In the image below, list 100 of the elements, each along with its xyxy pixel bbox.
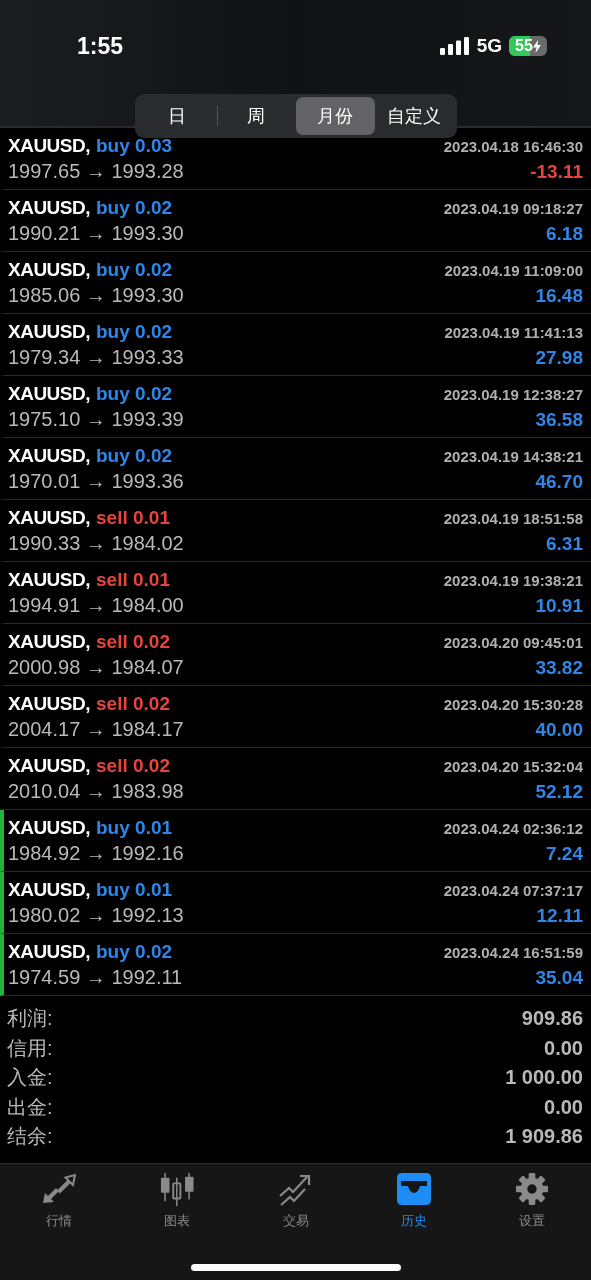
deal-time: 2023.04.20 09:45:01 <box>443 633 583 651</box>
deal-prices: 1997.65 → 1993.28 <box>8 159 184 183</box>
deal-order: buy 0.01 <box>96 878 173 901</box>
deal-prices: 1990.21 → 1993.30 <box>8 221 184 245</box>
inbox-icon <box>395 1172 432 1206</box>
deal-time: 2023.04.24 07:37:17 <box>443 881 583 899</box>
deal-row[interactable]: XAUUSD, buy 0.02 2023.04.24 16:51:59 1974.59 → 1992.11 35.04 <box>0 934 591 996</box>
deal-row[interactable]: XAUUSD, buy 0.01 2023.04.24 07:37:17 1980.02 → 1992.13 12.11 <box>0 872 591 934</box>
deal-row[interactable]: XAUUSD, sell 0.02 2023.04.20 15:30:28 2004.17 → 1984.17 40.00 <box>0 686 591 748</box>
deal-row[interactable]: XAUUSD, sell 0.02 2023.04.20 15:32:04 2010.04 → 1983.98 52.12 <box>0 748 591 810</box>
deal-order: buy 0.03 <box>96 134 173 157</box>
deal-symbol: XAUUSD, <box>8 630 90 653</box>
deal-row[interactable]: XAUUSD, sell 0.02 2023.04.20 09:45:01 2000.98 → 1984.07 33.82 <box>0 624 591 686</box>
deal-profit: -13.11 <box>530 160 583 183</box>
deal-order: buy 0.02 <box>96 940 173 963</box>
deal-symbol: XAUUSD, <box>8 568 90 591</box>
deal-row[interactable]: XAUUSD, buy 0.01 2023.04.24 02:36:12 1984.92 → 1992.16 7.24 <box>0 810 591 872</box>
deal-profit: 16.48 <box>535 284 583 307</box>
deal-profit: 7.24 <box>546 842 583 865</box>
nav-tab[interactable]: 行情 <box>0 1172 119 1230</box>
deal-symbol: XAUUSD, <box>8 444 90 467</box>
deal-row[interactable]: XAUUSD, buy 0.02 2023.04.19 09:18:27 1990.21 → 1993.30 6.18 <box>0 190 591 252</box>
deal-time: 2023.04.19 18:51:58 <box>443 509 583 527</box>
deal-order: buy 0.02 <box>96 320 173 343</box>
network-label: 5G <box>476 35 502 57</box>
deal-time: 2023.04.20 15:32:04 <box>443 757 583 775</box>
summary-label: 出金: <box>7 1094 53 1120</box>
settings-icon <box>513 1172 550 1206</box>
deal-order: sell 0.01 <box>96 568 170 591</box>
deal-prices: 2000.98 → 1984.07 <box>8 655 184 679</box>
summary-label: 入金: <box>7 1065 53 1091</box>
deal-time: 2023.04.19 09:18:27 <box>443 199 583 217</box>
deal-symbol: XAUUSD, <box>8 692 90 715</box>
deal-row[interactable]: XAUUSD, buy 0.02 2023.04.19 11:41:13 1979.34 → 1993.33 27.98 <box>0 314 591 376</box>
deal-row[interactable]: XAUUSD, buy 0.03 2023.04.18 16:46:30 1997.65 → 1993.28 -13.11 <box>0 128 591 190</box>
deal-time: 2023.04.19 11:41:13 <box>444 323 583 341</box>
nav-tab[interactable]: 交易 <box>236 1172 355 1230</box>
candlestick-icon <box>159 1172 196 1206</box>
deal-symbol: XAUUSD, <box>8 320 90 343</box>
deal-time: 2023.04.24 02:36:12 <box>443 819 583 837</box>
summary-value: 0.00 <box>544 1095 583 1119</box>
deal-prices: 1994.91 → 1984.00 <box>8 593 184 617</box>
deal-prices: 2004.17 → 1984.17 <box>8 717 184 741</box>
deal-profit: 36.58 <box>535 408 583 431</box>
deal-symbol: XAUUSD, <box>8 258 90 281</box>
deal-order: sell 0.02 <box>96 754 170 777</box>
deal-profit: 33.82 <box>535 656 583 679</box>
deal-prices: 1975.10 → 1993.39 <box>8 407 184 431</box>
deal-profit: 6.18 <box>546 222 583 245</box>
deal-symbol: XAUUSD, <box>8 134 90 157</box>
deal-profit: 40.00 <box>535 718 583 741</box>
deal-profit: 10.91 <box>535 594 583 617</box>
nav-tab[interactable]: 设置 <box>472 1172 591 1230</box>
summary-value: 1 000.00 <box>505 1066 583 1090</box>
period-tab[interactable]: 月份 <box>295 97 375 135</box>
signal-icon <box>439 37 470 55</box>
deal-row[interactable]: XAUUSD, sell 0.01 2023.04.19 18:51:58 1990.33 → 1984.02 6.31 <box>0 500 591 562</box>
deal-order: sell 0.01 <box>96 506 170 529</box>
deal-prices: 1984.92 → 1992.16 <box>8 841 184 865</box>
deal-profit: 6.31 <box>546 532 583 555</box>
deal-time: 2023.04.19 12:38:27 <box>443 385 583 403</box>
deal-prices: 1990.33 → 1984.02 <box>8 531 184 555</box>
deal-profit: 35.04 <box>535 966 583 989</box>
deal-row[interactable]: XAUUSD, buy 0.02 2023.04.19 14:38:21 1970.01 → 1993.36 46.70 <box>0 438 591 500</box>
summary-label: 信用: <box>7 1035 53 1061</box>
deal-symbol: XAUUSD, <box>8 382 90 405</box>
deal-prices: 2010.04 → 1983.98 <box>8 779 184 803</box>
deal-order: sell 0.02 <box>96 692 170 715</box>
summary-value: 0.00 <box>544 1036 583 1060</box>
battery-indicator: 55 <box>509 36 547 56</box>
nav-tab[interactable]: 历史 <box>354 1172 473 1230</box>
deal-order: sell 0.02 <box>96 630 170 653</box>
deal-row[interactable]: XAUUSD, buy 0.02 2023.04.19 11:09:00 1985.06 → 1993.30 16.48 <box>0 252 591 314</box>
deal-prices: 1980.02 → 1992.13 <box>8 903 184 927</box>
deal-order: buy 0.01 <box>96 816 173 839</box>
deal-order: buy 0.02 <box>96 444 173 467</box>
deal-symbol: XAUUSD, <box>8 506 90 529</box>
deal-time: 2023.04.19 19:38:21 <box>443 571 583 589</box>
deal-symbol: XAUUSD, <box>8 940 90 963</box>
deal-prices: 1985.06 → 1993.30 <box>8 283 184 307</box>
deal-time: 2023.04.19 11:09:00 <box>444 261 583 279</box>
deal-time: 2023.04.24 16:51:59 <box>443 943 583 961</box>
summary-value: 1 909.86 <box>505 1125 583 1149</box>
summary-value: 909.86 <box>521 1007 583 1031</box>
deal-symbol: XAUUSD, <box>8 754 90 777</box>
deal-order: buy 0.02 <box>96 196 173 219</box>
deal-prices: 1974.59 → 1992.11 <box>8 965 183 989</box>
deal-row[interactable]: XAUUSD, sell 0.01 2023.04.19 19:38:21 1994.91 → 1984.00 10.91 <box>0 562 591 624</box>
deal-time: 2023.04.20 15:30:28 <box>443 695 583 713</box>
status-time: 1:55 <box>77 32 124 60</box>
deal-row[interactable]: XAUUSD, buy 0.02 2023.04.19 12:38:27 1975.10 → 1993.39 36.58 <box>0 376 591 438</box>
deal-symbol: XAUUSD, <box>8 816 90 839</box>
deal-symbol: XAUUSD, <box>8 878 90 901</box>
deal-symbol: XAUUSD, <box>8 196 90 219</box>
summary-label: 结余: <box>7 1124 53 1150</box>
deal-order: buy 0.02 <box>96 382 173 405</box>
deal-profit: 52.12 <box>535 780 583 803</box>
deal-order: buy 0.02 <box>96 258 173 281</box>
nav-tab[interactable]: 图表 <box>118 1172 237 1230</box>
deal-time: 2023.04.18 16:46:30 <box>443 137 583 155</box>
